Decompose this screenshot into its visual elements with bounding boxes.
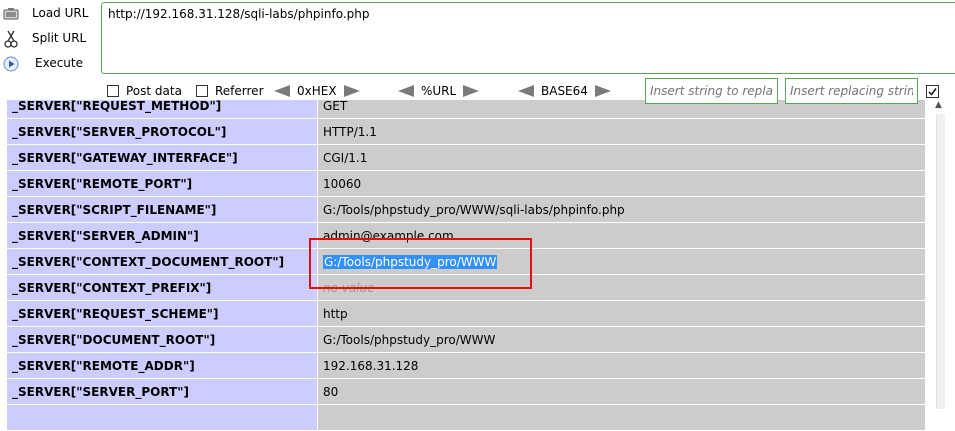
table-row: _SERVER["GATEWAY_INTERFACE"] CGI/1.1 [7,144,926,171]
base64-decode-arrow-icon[interactable] [518,85,534,97]
variable-value: http [317,300,926,327]
replace-to-input[interactable] [785,78,918,104]
variable-value: 192.168.31.128 [317,352,926,379]
variable-value [317,404,926,431]
split-url-button[interactable]: Split URL [3,28,86,50]
variable-name: _SERVER["GATEWAY_INTERFACE"] [7,144,318,171]
variable-name: _SERVER["SCRIPT_FILENAME"] [7,196,318,223]
hackbar-panel: Load URL Split URL Execute http://192.16… [0,0,955,104]
page-scrollbar[interactable]: ▲ [926,100,955,409]
url-encode-group: %URL [398,83,480,99]
hex-decode-arrow-icon[interactable] [274,85,290,97]
variable-name: _SERVER["REMOTE_ADDR"] [7,352,318,379]
checkmark-icon [928,88,937,96]
variable-name [7,404,318,431]
variable-name: _SERVER["REMOTE_PORT"] [7,170,318,197]
table-row: _SERVER["DOCUMENT_ROOT"] G:/Tools/phpstu… [7,326,926,353]
highlight-annotation-box [309,238,532,289]
variable-name: _SERVER["DOCUMENT_ROOT"] [7,326,318,353]
table-row: _SERVER["SCRIPT_FILENAME"] G:/Tools/phps… [7,196,926,223]
variable-value: HTTP/1.1 [317,118,926,145]
base64-encode-group: BASE64 [518,83,611,99]
post-data-label: Post data [126,84,182,98]
table-row: _SERVER["REMOTE_ADDR"] 192.168.31.128 [7,352,926,379]
referrer-label: Referrer [215,84,264,98]
variable-name: _SERVER["CONTEXT_DOCUMENT_ROOT"] [7,248,318,275]
table-row: _SERVER["SERVER_PORT"] 80 [7,378,926,405]
url-encoding-label: %URL [421,84,457,98]
hex-encode-group: 0xHEX [274,83,360,99]
table-row: _SERVER["REMOTE_PORT"] 10060 [7,170,926,197]
url-encode-arrow-icon[interactable] [463,85,480,97]
load-url-icon [3,6,19,22]
variable-name: _SERVER["REQUEST_SCHEME"] [7,300,318,327]
table-row: _SERVER["SERVER_PROTOCOL"] HTTP/1.1 [7,118,926,145]
execute-label: Execute [35,56,83,70]
scrollbar-thumb[interactable] [936,114,945,409]
load-url-label: Load URL [32,6,89,20]
replace-from-input[interactable] [645,78,778,104]
hex-label: 0xHEX [297,84,337,98]
url-input[interactable]: http://192.168.31.128/sqli-labs/phpinfo.… [101,2,955,74]
play-icon [3,56,19,72]
variable-value: CGI/1.1 [317,144,926,171]
hex-encode-arrow-icon[interactable] [343,85,360,97]
execute-button[interactable]: Execute [3,53,83,75]
base64-label: BASE64 [541,84,588,98]
variable-value: G:/Tools/phpstudy_pro/WWW [317,326,926,353]
variable-name: _SERVER["SERVER_ADMIN"] [7,222,318,249]
variable-name: _SERVER["CONTEXT_PREFIX"] [7,274,318,301]
url-decode-arrow-icon[interactable] [398,85,414,97]
table-row [7,404,926,431]
base64-encode-arrow-icon[interactable] [594,85,611,97]
variable-name: _SERVER["SERVER_PROTOCOL"] [7,118,318,145]
split-url-label: Split URL [32,31,87,45]
replace-checkbox[interactable] [926,85,939,98]
post-data-checkbox[interactable] [107,85,119,97]
variable-value: G:/Tools/phpstudy_pro/WWW/sqli-labs/phpi… [317,196,926,223]
load-url-button[interactable]: Load URL [3,3,88,25]
variable-value: 80 [317,378,926,405]
referrer-checkbox[interactable] [196,85,208,97]
scissors-icon [3,30,19,48]
table-row: _SERVER["REQUEST_SCHEME"] http [7,300,926,327]
variable-name: _SERVER["SERVER_PORT"] [7,378,318,405]
scroll-up-icon[interactable]: ▲ [935,100,942,110]
variable-value: 10060 [317,170,926,197]
